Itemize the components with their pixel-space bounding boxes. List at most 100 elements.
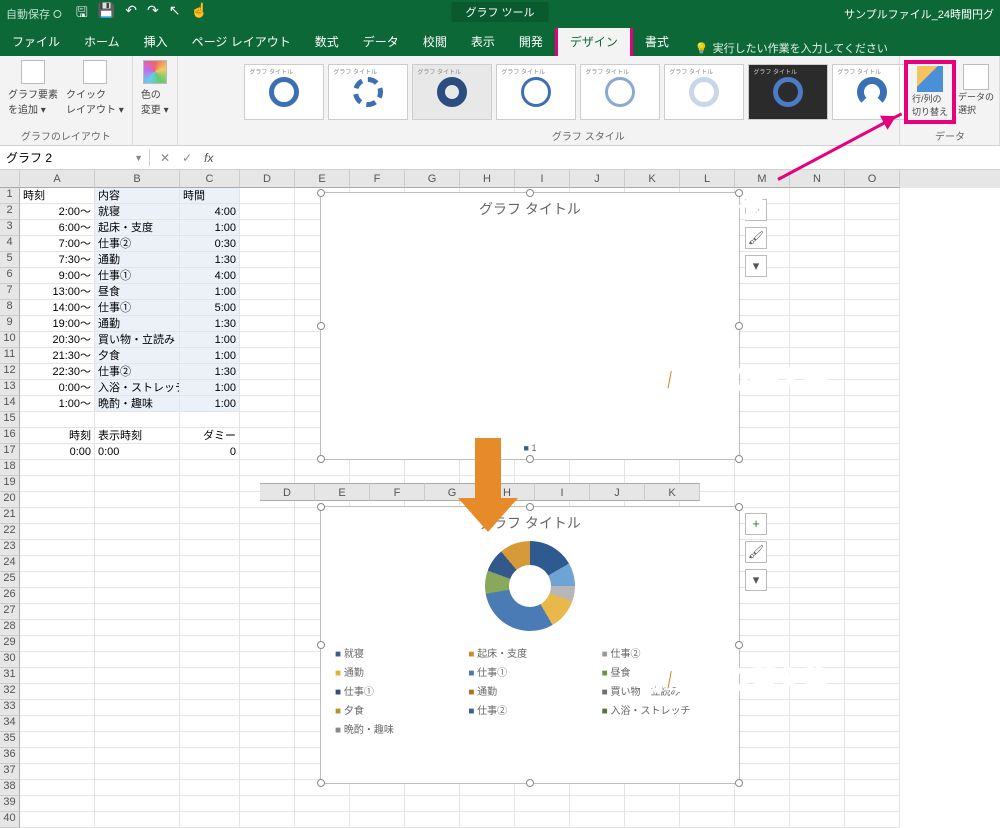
cell[interactable]: 仕事② [95, 364, 180, 380]
col-header[interactable]: G [405, 170, 460, 188]
chart-plus-icon[interactable]: + [745, 513, 767, 535]
save-icon-alt[interactable]: 💾 [98, 2, 115, 26]
cell[interactable]: 仕事① [95, 268, 180, 284]
cell[interactable] [845, 252, 900, 268]
chart-filter-icon[interactable]: ▾ [745, 569, 767, 591]
col-header[interactable]: E [315, 483, 370, 501]
cell[interactable]: 20:30～ [20, 332, 95, 348]
cell[interactable]: 9:00～ [20, 268, 95, 284]
cell[interactable]: 0:00 [20, 444, 95, 460]
chart-plus-icon[interactable]: + [745, 199, 767, 221]
cell[interactable]: 19:00～ [20, 316, 95, 332]
cell[interactable]: 1:00 [180, 332, 240, 348]
cell[interactable] [790, 396, 845, 412]
col-header[interactable]: K [645, 483, 700, 501]
undo-icon[interactable]: ↶ [125, 2, 137, 26]
cell[interactable] [845, 348, 900, 364]
tab-format[interactable]: 書式 [633, 27, 681, 56]
col-header[interactable]: D [260, 483, 315, 501]
cell[interactable] [240, 444, 295, 460]
cell[interactable] [735, 412, 790, 428]
worksheet[interactable]: ABCDEFGHIJKLMNO 1時刻内容時間22:00～就寝4:0036:00… [0, 170, 1000, 828]
row-header[interactable]: 3 [0, 220, 20, 236]
chart-after[interactable]: グラフ タイトル 就寝起床・支度仕事②通勤仕事①昼食仕事①通勤買い物・立読み夕食… [320, 506, 740, 784]
cell[interactable] [845, 300, 900, 316]
row-header[interactable]: 4 [0, 236, 20, 252]
cell[interactable] [240, 412, 295, 428]
cell[interactable] [735, 380, 790, 396]
cell[interactable]: 入浴・ストレッチ [95, 380, 180, 396]
col-header[interactable]: I [515, 170, 570, 188]
tab-view[interactable]: 表示 [459, 27, 507, 56]
cell[interactable] [735, 316, 790, 332]
cell[interactable]: 通勤 [95, 316, 180, 332]
cell[interactable] [845, 428, 900, 444]
cell[interactable] [790, 204, 845, 220]
cell[interactable] [735, 364, 790, 380]
chart-filter-icon[interactable]: ▾ [745, 255, 767, 277]
cell[interactable] [735, 332, 790, 348]
cell[interactable] [240, 316, 295, 332]
tab-data[interactable]: データ [351, 27, 411, 56]
cell[interactable] [240, 428, 295, 444]
cell[interactable] [845, 380, 900, 396]
cell[interactable] [845, 364, 900, 380]
cell[interactable] [790, 428, 845, 444]
col-header[interactable]: J [570, 170, 625, 188]
cell[interactable] [790, 220, 845, 236]
fx-icon[interactable]: fx [204, 151, 213, 165]
cell[interactable] [240, 220, 295, 236]
col-header[interactable]: O [845, 170, 900, 188]
row-header[interactable]: 1 [0, 188, 20, 204]
cell[interactable]: 通勤 [95, 252, 180, 268]
cell[interactable]: 0:00 [95, 444, 180, 460]
cell[interactable]: 夕食 [95, 348, 180, 364]
cell[interactable] [845, 268, 900, 284]
cell[interactable]: 1:00 [180, 396, 240, 412]
cell[interactable] [240, 284, 295, 300]
cell[interactable]: 起床・支度 [95, 220, 180, 236]
cell[interactable]: 時間 [180, 188, 240, 204]
cell[interactable]: ダミー [180, 428, 240, 444]
quick-layout-button[interactable]: クイック レイアウト ▾ [66, 60, 124, 116]
cursor-icon[interactable]: ↖ [169, 2, 181, 26]
chart-style-3[interactable]: グラフ タイトル [412, 64, 492, 120]
tab-formulas[interactable]: 数式 [303, 27, 351, 56]
cell[interactable]: 時刻 [20, 428, 95, 444]
cell[interactable]: 就寝 [95, 204, 180, 220]
chart-brush-icon[interactable]: 🖌 [745, 541, 767, 563]
cell[interactable]: 21:30～ [20, 348, 95, 364]
col-header[interactable]: F [370, 483, 425, 501]
cell[interactable] [845, 316, 900, 332]
chart-style-4[interactable]: グラフ タイトル [496, 64, 576, 120]
cell[interactable] [240, 188, 295, 204]
cell[interactable]: 14:00～ [20, 300, 95, 316]
tab-page-layout[interactable]: ページ レイアウト [180, 27, 303, 56]
cell[interactable] [845, 396, 900, 412]
chart-style-5[interactable]: グラフ タイトル [580, 64, 660, 120]
cell[interactable]: 7:30～ [20, 252, 95, 268]
cell[interactable] [790, 380, 845, 396]
cell[interactable] [790, 364, 845, 380]
col-header[interactable]: K [625, 170, 680, 188]
tab-review[interactable]: 校閲 [411, 27, 459, 56]
cell[interactable]: 1:00～ [20, 396, 95, 412]
name-box[interactable]: グラフ 2▼ [0, 149, 150, 166]
cell[interactable] [735, 284, 790, 300]
cell[interactable]: 0:00～ [20, 380, 95, 396]
cell[interactable]: 1:30 [180, 364, 240, 380]
col-header[interactable]: G [425, 483, 480, 501]
cell[interactable] [240, 364, 295, 380]
cancel-icon[interactable]: ✕ [160, 151, 170, 165]
cell[interactable] [240, 204, 295, 220]
row-header[interactable]: 16 [0, 428, 20, 444]
autosave-toggle[interactable]: 自動保存 ⭘ [6, 6, 62, 22]
cell[interactable]: 1:00 [180, 284, 240, 300]
cell[interactable] [845, 284, 900, 300]
select-data-button[interactable]: データの 選択 [956, 60, 996, 124]
tell-me[interactable]: 💡実行したい作業を入力してください [695, 40, 888, 56]
cell[interactable]: 仕事① [95, 300, 180, 316]
touch-icon[interactable]: ☝ [190, 2, 207, 26]
column-headers-lower[interactable]: DEFGHIJK [260, 483, 700, 501]
row-header[interactable]: 9 [0, 316, 20, 332]
